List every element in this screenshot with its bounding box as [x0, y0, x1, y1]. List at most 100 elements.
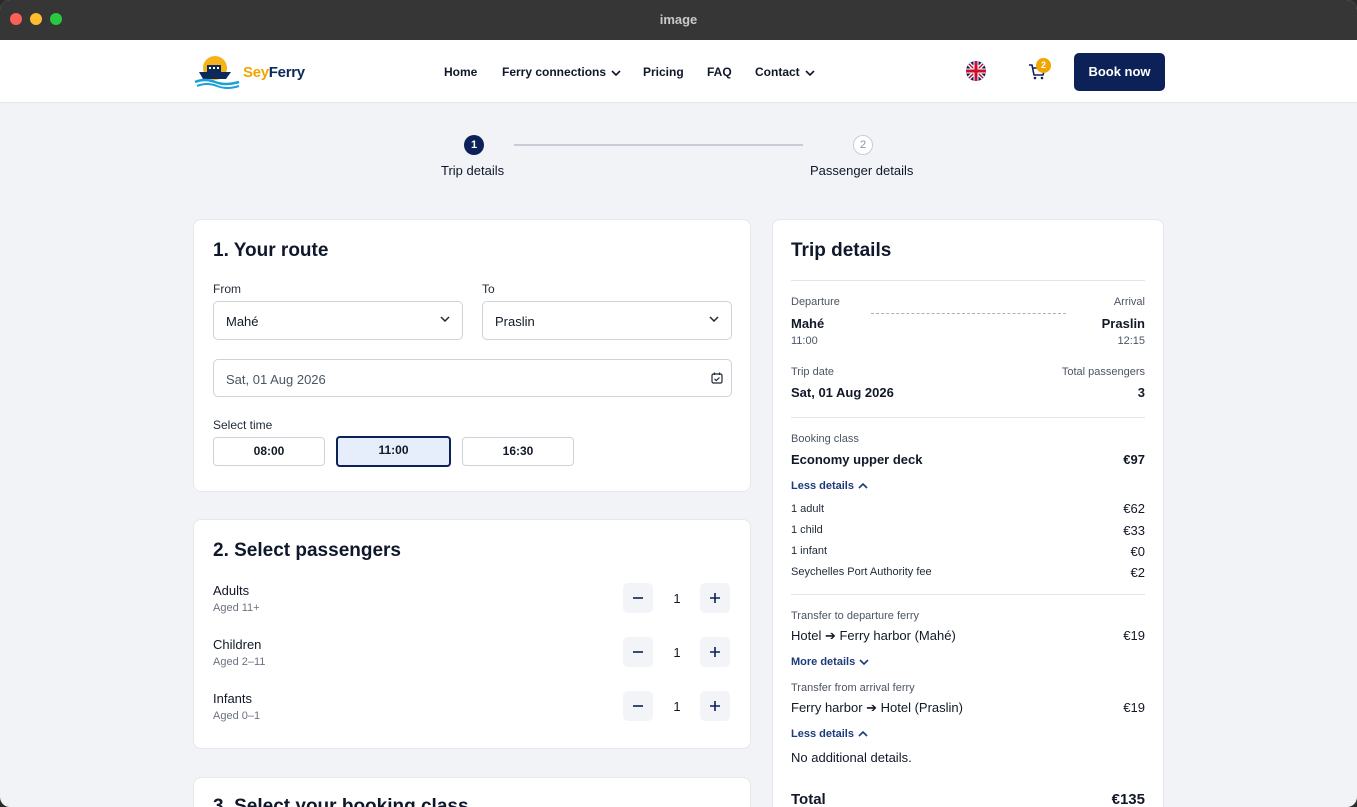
adults-decrement-button[interactable] — [623, 583, 653, 613]
brand-logo[interactable]: SeyFerry — [193, 54, 313, 90]
minus-icon — [633, 705, 643, 707]
transfer-arrival-label: Transfer from arrival ferry — [791, 682, 915, 694]
to-select[interactable]: Praslin — [482, 301, 732, 340]
minus-icon — [633, 597, 643, 599]
plus-icon — [710, 593, 720, 603]
departure-time: 11:00 — [791, 335, 818, 347]
transfer-departure-more-details-toggle[interactable]: More details — [791, 656, 869, 668]
nav-contact-link[interactable]: Contact — [755, 65, 815, 79]
from-label: From — [213, 282, 241, 296]
select-time-label: Select time — [213, 418, 273, 432]
total-label: Total — [791, 791, 826, 807]
logo-ship-icon — [194, 56, 240, 89]
infants-age: Aged 0–1 — [213, 710, 261, 722]
plus-icon — [710, 701, 720, 711]
trip-date-value: Sat, 01 Aug 2026 — [791, 385, 894, 400]
total-passengers-value: 3 — [1137, 385, 1145, 400]
time-option-0800[interactable]: 08:00 — [213, 437, 325, 466]
infants-label: Infants — [213, 691, 253, 706]
route-dashed-line — [871, 313, 1066, 314]
transfer-departure-price: €19 — [1123, 628, 1145, 643]
total-passengers-label: Total passengers — [1061, 366, 1145, 378]
departure-label: Departure — [791, 296, 840, 308]
children-increment-button[interactable] — [700, 637, 730, 667]
step-1-indicator: 1 — [464, 135, 484, 155]
trip-date-label: Trip date — [791, 366, 835, 378]
chevron-down-icon — [440, 316, 450, 322]
step-1-label: Trip details — [441, 163, 505, 178]
chevron-down-icon — [709, 316, 719, 322]
line-item-price: €33 — [1123, 523, 1145, 538]
chevron-down-icon — [611, 70, 621, 76]
uk-flag-icon — [966, 61, 986, 81]
infants-count: 1 — [673, 699, 681, 714]
minus-icon — [633, 651, 643, 653]
language-selector[interactable] — [966, 61, 986, 81]
summary-divider — [791, 417, 1145, 418]
summary-title: Trip details — [791, 240, 892, 261]
transfer-arrival-less-details-toggle[interactable]: Less details — [791, 728, 868, 740]
time-option-1630[interactable]: 16:30 — [462, 437, 574, 466]
booking-class-value: Economy upper deck — [791, 452, 923, 467]
infants-decrement-button[interactable] — [623, 691, 653, 721]
plus-icon — [710, 647, 720, 657]
line-item-price: €2 — [1130, 565, 1145, 580]
line-item-label: 1 child — [791, 524, 823, 536]
from-select[interactable]: Mahé — [213, 301, 463, 340]
to-value: Praslin — [495, 314, 535, 329]
line-item-price: €62 — [1123, 501, 1145, 516]
adults-increment-button[interactable] — [700, 583, 730, 613]
total-price: €135 — [1111, 791, 1145, 807]
nav-faq-link[interactable]: FAQ — [707, 65, 732, 79]
booking-class-label: Booking class — [791, 433, 859, 445]
date-value: Sat, 01 Aug 2026 — [226, 372, 326, 387]
departure-place: Mahé — [791, 316, 825, 331]
step-2-label: Passenger details — [810, 163, 914, 178]
calendar-icon — [711, 372, 723, 384]
transfer-departure-value: Hotel ➔ Ferry harbor (Mahé) — [791, 628, 956, 643]
cart-count-badge: 2 — [1036, 58, 1051, 73]
summary-divider — [791, 594, 1145, 595]
line-item-price: €0 — [1130, 544, 1145, 559]
booking-class-title: 3. Select your booking class — [213, 796, 469, 807]
arrival-label: Arrival — [1113, 296, 1145, 308]
transfer-arrival-value: Ferry harbor ➔ Hotel (Praslin) — [791, 700, 963, 715]
line-item-label: Seychelles Port Authority fee — [791, 566, 932, 578]
nav-pricing-link[interactable]: Pricing — [643, 65, 684, 79]
children-decrement-button[interactable] — [623, 637, 653, 667]
line-item-label: 1 infant — [791, 545, 828, 557]
line-item-label: 1 adult — [791, 503, 825, 515]
nav-home-link[interactable]: Home — [444, 65, 477, 79]
window-title: image — [659, 12, 698, 27]
transfer-departure-label: Transfer to departure ferry — [791, 610, 919, 622]
transfer-arrival-price: €19 — [1123, 700, 1145, 715]
nav-ferry-connections-link[interactable]: Ferry connections — [502, 65, 621, 79]
date-picker-field[interactable]: Sat, 01 Aug 2026 — [213, 359, 732, 397]
children-age: Aged 2–11 — [213, 656, 266, 668]
adults-label: Adults — [213, 583, 250, 598]
title-bar: image — [0, 0, 1357, 40]
booking-class-less-details-toggle[interactable]: Less details — [791, 480, 868, 492]
no-additional-details: No additional details. — [791, 750, 912, 765]
browser-window: image SeyFerry Home Ferry connections Pr… — [0, 0, 1357, 807]
time-option-1100[interactable]: 11:00 — [336, 436, 451, 467]
book-now-button[interactable]: Book now — [1074, 53, 1165, 91]
step-2-indicator: 2 — [853, 135, 873, 155]
chevron-down-icon — [805, 70, 815, 76]
route-title: 1. Your route — [213, 240, 329, 261]
children-count: 1 — [673, 645, 681, 660]
brand-name: SeyFerry — [243, 64, 305, 81]
step-progress-line — [514, 144, 803, 146]
to-label: To — [482, 282, 495, 296]
chevron-up-icon — [858, 730, 868, 737]
top-navbar: SeyFerry Home Ferry connections Pricing … — [0, 40, 1357, 103]
summary-divider — [791, 280, 1145, 281]
booking-class-price: €97 — [1123, 452, 1145, 467]
adults-age: Aged 11+ — [213, 602, 260, 614]
passengers-title: 2. Select passengers — [213, 540, 401, 561]
chevron-down-icon — [859, 659, 869, 666]
arrival-place: Praslin — [1101, 316, 1145, 331]
adults-count: 1 — [673, 591, 681, 606]
children-label: Children — [213, 637, 262, 652]
infants-increment-button[interactable] — [700, 691, 730, 721]
